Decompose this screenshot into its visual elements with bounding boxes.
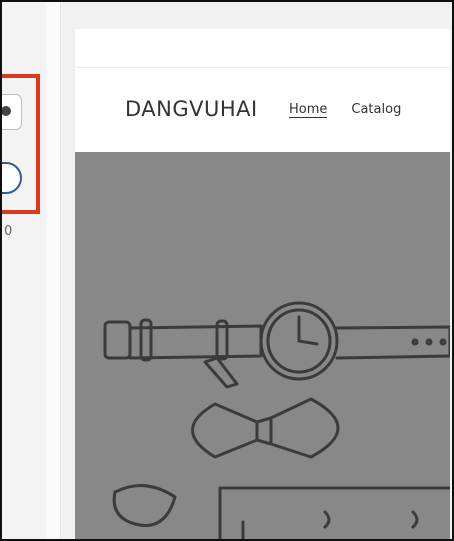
panel-gutter	[46, 2, 61, 539]
site-header: DANGVUHAI Home Catalog	[75, 68, 450, 153]
editor-sidebar: 0	[2, 2, 46, 539]
browser-frame: 0 DANGVUHAI Home Catalog	[0, 0, 454, 541]
nav-catalog[interactable]: Catalog	[351, 102, 401, 118]
store-logo[interactable]: DANGVUHAI	[125, 97, 258, 121]
box-illustration	[218, 486, 450, 539]
partial-value: 0	[4, 224, 13, 239]
announcement-bar	[75, 29, 450, 68]
sunglasses-illustration	[112, 484, 177, 527]
settings-input[interactable]	[2, 94, 22, 130]
main-nav: Home Catalog	[289, 102, 401, 118]
bow-tie-illustration	[191, 356, 340, 459]
hero-banner[interactable]	[75, 152, 450, 539]
store-preview: DANGVUHAI Home Catalog	[75, 29, 450, 539]
hero-illustration	[103, 301, 450, 539]
input-dot-icon	[2, 106, 11, 116]
highlight-box	[2, 74, 40, 214]
settings-radio[interactable]	[2, 162, 22, 194]
nav-home[interactable]: Home	[289, 102, 328, 118]
wristwatch-illustration	[103, 301, 450, 381]
